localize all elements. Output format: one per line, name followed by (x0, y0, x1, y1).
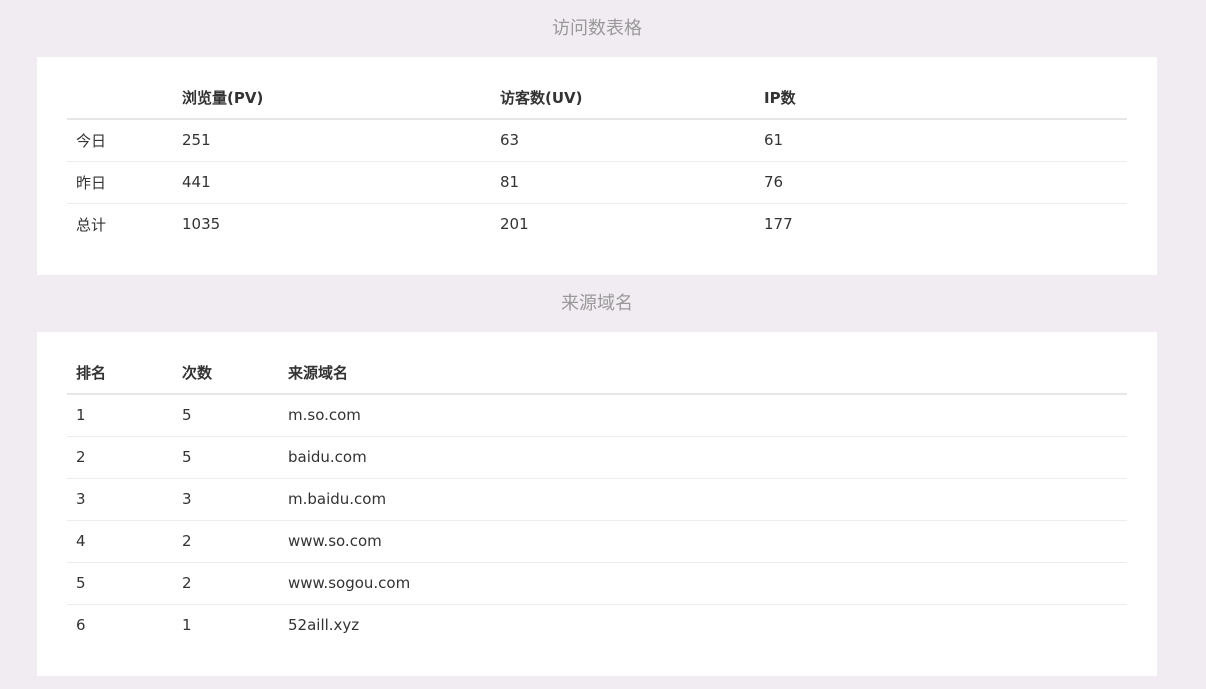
pv-cell: 1035 (173, 202, 491, 245)
visits-table: 浏览量(PV) 访客数(UV) IP数 今日 251 63 61 昨日 441 … (67, 77, 1127, 245)
table-row: 4 2 www.so.com (67, 519, 1127, 562)
domain-cell: www.sogou.com (279, 561, 1127, 604)
table-row: 今日 251 63 61 (67, 119, 1127, 161)
row-label: 昨日 (67, 160, 173, 203)
count-cell: 2 (173, 519, 279, 562)
referrers-header-domain: 来源域名 (279, 352, 1127, 395)
row-label: 今日 (76, 131, 107, 150)
rank-cell: 2 (67, 435, 173, 478)
table-row: 总计 1035 201 177 (67, 202, 1127, 245)
ip-cell: 177 (755, 202, 1127, 245)
domain-cell: baidu.com (279, 435, 1127, 478)
visits-header-ip: IP数 (755, 77, 1127, 120)
visits-header-blank (67, 77, 173, 120)
count-cell: 1 (173, 603, 279, 646)
count-cell: 2 (173, 561, 279, 604)
visits-header-uv: 访客数(UV) (491, 77, 755, 120)
table-row: 3 3 m.baidu.com (67, 477, 1127, 520)
table-row: 昨日 441 81 76 (67, 160, 1127, 203)
count-cell: 5 (182, 406, 192, 425)
domain-cell: m.baidu.com (279, 477, 1127, 520)
row-label: 总计 (67, 202, 173, 245)
count-cell: 5 (173, 435, 279, 478)
table-row: 5 2 www.sogou.com (67, 561, 1127, 604)
ip-cell: 61 (764, 131, 784, 150)
domain-cell: 52aill.xyz (279, 603, 1127, 646)
rank-cell: 3 (67, 477, 173, 520)
count-cell: 3 (173, 477, 279, 520)
visits-header-row: 浏览量(PV) 访客数(UV) IP数 (67, 77, 1127, 120)
visits-section-title: 访问数表格 (552, 18, 642, 39)
domain-cell: m.so.com (288, 406, 361, 425)
referrers-header-row: 排名 次数 来源域名 (67, 352, 1127, 395)
referrers-section-title: 来源域名 (561, 293, 633, 314)
referrers-header-count: 次数 (173, 352, 279, 395)
rank-cell: 4 (67, 519, 173, 562)
table-row: 6 1 52aill.xyz (67, 603, 1127, 646)
uv-cell: 201 (491, 202, 755, 245)
domain-cell: www.so.com (279, 519, 1127, 562)
visits-panel: 浏览量(PV) 访客数(UV) IP数 今日 251 63 61 昨日 441 … (37, 57, 1157, 275)
pv-cell: 441 (173, 160, 491, 203)
table-row: 2 5 baidu.com (67, 435, 1127, 478)
referrers-header-rank: 排名 (67, 352, 173, 395)
rank-cell: 1 (76, 406, 86, 425)
rank-cell: 6 (67, 603, 173, 646)
visits-header-pv: 浏览量(PV) (173, 77, 491, 120)
rank-cell: 5 (67, 561, 173, 604)
table-row: 1 5 m.so.com (67, 394, 1127, 436)
referrers-panel: 排名 次数 来源域名 1 5 m.so.com 2 5 baidu.com 3 … (37, 332, 1157, 676)
pv-cell: 251 (182, 131, 211, 150)
uv-cell: 81 (491, 160, 755, 203)
uv-cell: 63 (500, 131, 520, 150)
referrers-table: 排名 次数 来源域名 1 5 m.so.com 2 5 baidu.com 3 … (67, 352, 1127, 646)
ip-cell: 76 (755, 160, 1127, 203)
